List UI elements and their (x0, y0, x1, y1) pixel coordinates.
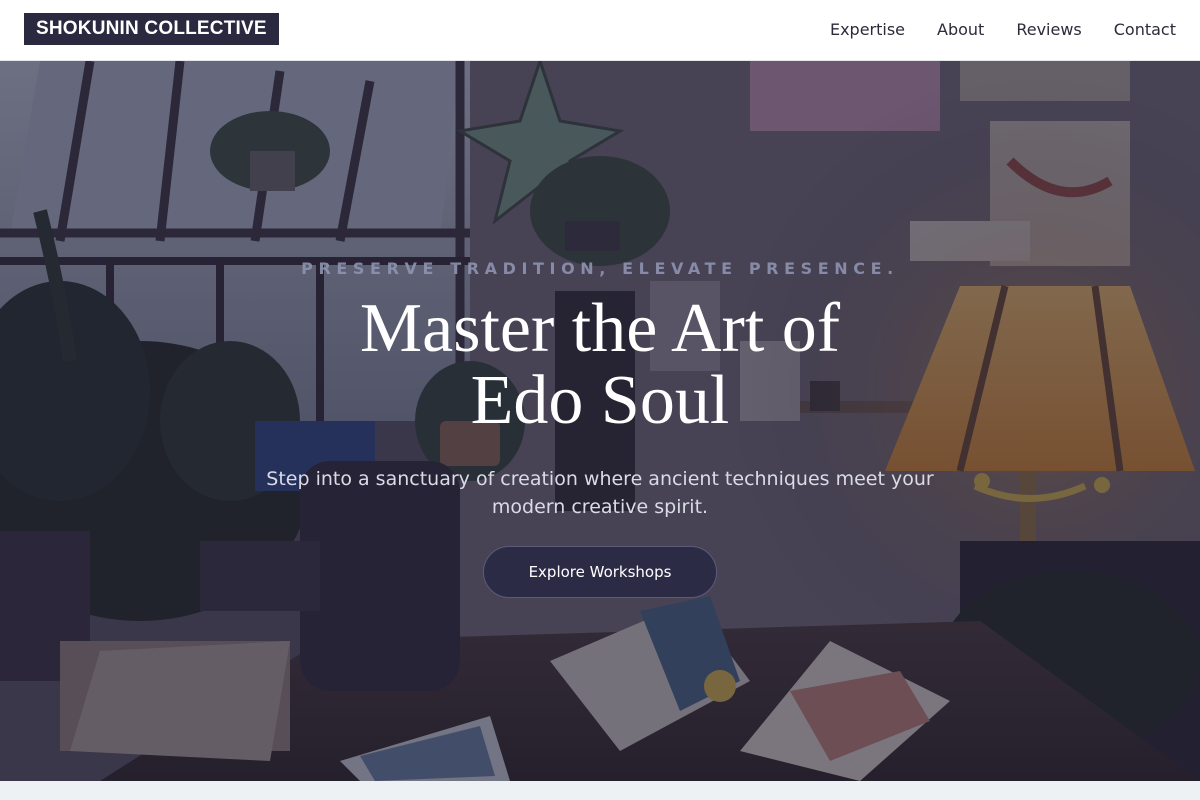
site-header: SHOKUNIN COLLECTIVE Expertise About Revi… (0, 0, 1200, 61)
hero-subtitle: Step into a sanctuary of creation where … (266, 468, 934, 518)
brand-logo[interactable]: SHOKUNIN COLLECTIVE (24, 13, 279, 45)
hero-title: Master the Art of Edo Soul (300, 293, 900, 437)
hero-title-line-1: Master the Art of (359, 290, 841, 367)
hero-section: PRESERVE TRADITION, ELEVATE PRESENCE. Ma… (0, 61, 1200, 781)
main-nav: Expertise About Reviews Contact (830, 20, 1176, 39)
explore-workshops-button[interactable]: Explore Workshops (483, 546, 717, 598)
nav-link-expertise[interactable]: Expertise (830, 20, 905, 39)
nav-link-about[interactable]: About (937, 20, 984, 39)
next-section-edge (0, 781, 1200, 800)
nav-link-reviews[interactable]: Reviews (1016, 20, 1081, 39)
hero-title-line-2: Edo Soul (470, 362, 730, 439)
nav-link-contact[interactable]: Contact (1114, 20, 1176, 39)
hero-content: PRESERVE TRADITION, ELEVATE PRESENCE. Ma… (0, 61, 1200, 781)
hero-tagline: PRESERVE TRADITION, ELEVATE PRESENCE. (301, 259, 899, 278)
